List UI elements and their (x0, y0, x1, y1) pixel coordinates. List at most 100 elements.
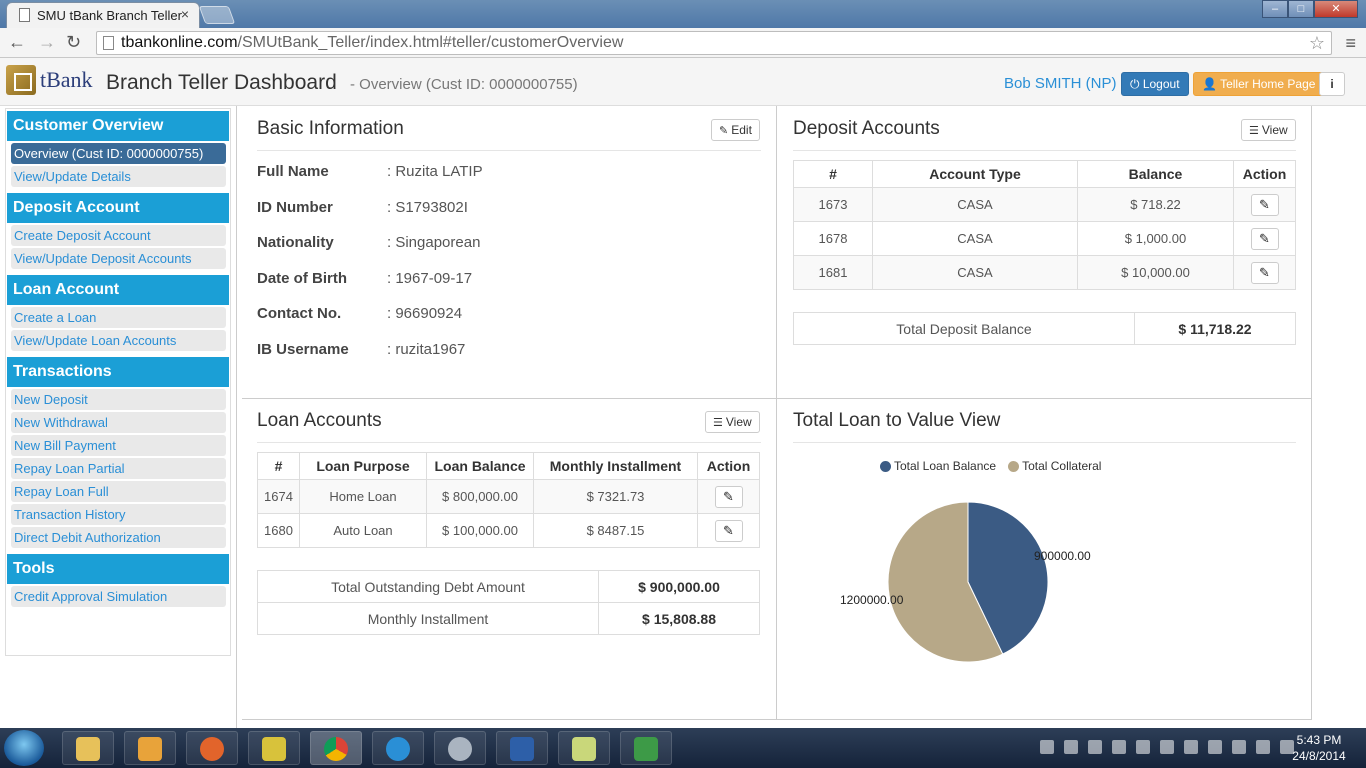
column-header: Loan Purpose (299, 452, 427, 480)
chrome-taskbar-icon[interactable] (310, 731, 362, 765)
folder-taskbar-icon[interactable] (558, 731, 610, 765)
address-bar[interactable]: tbankonline.com/SMUtBank_Teller/index.ht… (96, 31, 1332, 55)
maximize-button[interactable]: □ (1288, 0, 1314, 18)
loan-view-button[interactable]: ☰ View (705, 411, 760, 433)
forward-icon[interactable]: → (38, 32, 56, 53)
ie-taskbar-icon[interactable] (372, 731, 424, 765)
teller-home-button[interactable]: 👤 Teller Home Page (1193, 72, 1325, 96)
account-id: 1678 (793, 221, 873, 256)
loan-accounts-table: # Loan Purpose Loan Balance Monthly Inst… (257, 452, 760, 548)
info-icon: i (1330, 77, 1334, 91)
back-icon[interactable]: ← (8, 32, 26, 53)
basic-info-title: Basic Information (257, 118, 404, 139)
signal-tray-icon[interactable] (1232, 740, 1246, 754)
info-value: : 96690924 (387, 305, 463, 322)
sidebar-item-repay-loan-partial[interactable]: Repay Loan Partial (11, 458, 226, 479)
security-taskbar-icon[interactable] (248, 731, 300, 765)
bluetooth-tray-icon[interactable] (1136, 740, 1150, 754)
firefox-taskbar-icon[interactable] (186, 731, 238, 765)
column-header: # (257, 452, 300, 480)
info-button[interactable]: i (1319, 72, 1345, 96)
app-taskbar-icon[interactable] (496, 731, 548, 765)
edit-button[interactable]: ✎ Edit (711, 119, 760, 141)
taskbar-clock[interactable]: 5:43 PM 24/8/2014 (1283, 732, 1355, 764)
browser-tab[interactable]: SMU tBank Branch Teller × (6, 2, 200, 28)
browser-menu-icon[interactable]: ≡ (1345, 33, 1356, 54)
user-name-link[interactable]: Bob SMITH (NP) (1004, 75, 1117, 92)
edit-loan-button[interactable]: ✎ (714, 485, 743, 508)
window-controls: – □ ✕ (1262, 0, 1358, 18)
legend-label: Total Collateral (1022, 459, 1102, 473)
deposit-accounts-title: Deposit Accounts (793, 118, 940, 139)
list-icon: ☰ (713, 417, 723, 429)
logout-button[interactable]: ⏻ Logout (1121, 72, 1189, 96)
volume-tray-icon[interactable] (1208, 740, 1222, 754)
content-divider-right (1311, 106, 1312, 720)
reload-icon[interactable]: ↻ (66, 32, 81, 53)
info-value: : Singaporean (387, 234, 481, 251)
start-button[interactable] (4, 730, 44, 766)
loan-summary-table: Total Outstanding Debt Amount $ 900,000.… (257, 570, 760, 635)
network-tray-icon[interactable] (1160, 740, 1174, 754)
spreadsheet-taskbar-icon[interactable] (620, 731, 672, 765)
power-icon: ⏻ (1130, 77, 1143, 91)
deposit-view-button[interactable]: ☰ View (1241, 119, 1296, 141)
monitor-tray-icon[interactable] (1184, 740, 1198, 754)
sidebar-item-create-loan[interactable]: Create a Loan (11, 307, 226, 328)
new-tab-button[interactable] (198, 6, 236, 24)
legend-item-loan-balance[interactable]: Total Loan Balance (880, 459, 996, 473)
minimize-button[interactable]: – (1262, 0, 1288, 18)
pencil-icon: ✎ (723, 488, 734, 504)
app-tray-icon[interactable] (1112, 740, 1126, 754)
sidebar-item-direct-debit-authorization[interactable]: Direct Debit Authorization (11, 527, 226, 548)
edit-loan-button[interactable]: ✎ (714, 519, 743, 542)
flag-tray-icon[interactable] (1256, 740, 1270, 754)
edit-icon: ✎ (719, 125, 729, 137)
sidebar-item-credit-approval-simulation[interactable]: Credit Approval Simulation (11, 586, 226, 607)
legend-item-collateral[interactable]: Total Collateral (1008, 459, 1101, 473)
table-row: 1678 CASA $ 1,000.00 ✎ (793, 221, 1296, 256)
account-id: 1673 (793, 187, 873, 222)
account-balance: $ 1,000.00 (1077, 221, 1234, 256)
total-deposit-label: Total Deposit Balance (793, 312, 1135, 345)
sidebar-item-transaction-history[interactable]: Transaction History (11, 504, 226, 525)
outlook-taskbar-icon[interactable] (124, 731, 176, 765)
sidebar-item-view-update-deposit-accounts[interactable]: View/Update Deposit Accounts (11, 248, 226, 269)
info-label: Full Name (257, 163, 329, 180)
loan-purpose: Home Loan (299, 479, 427, 514)
sidebar-item-overview[interactable]: Overview (Cust ID: 0000000755) (11, 143, 226, 164)
dropbox-tray-icon[interactable] (1040, 740, 1054, 754)
clock-date: 24/8/2014 (1292, 749, 1346, 763)
sidebar-item-view-update-details[interactable]: View/Update Details (11, 166, 226, 187)
explorer-taskbar-icon[interactable] (62, 731, 114, 765)
account-type: CASA (872, 255, 1078, 290)
sidebar-item-view-update-loan-accounts[interactable]: View/Update Loan Accounts (11, 330, 226, 351)
sidebar-section-loan-account: Loan Account (7, 275, 229, 305)
edit-account-button[interactable]: ✎ (1250, 261, 1279, 284)
sidebar-item-repay-loan-full[interactable]: Repay Loan Full (11, 481, 226, 502)
clock-time: 5:43 PM (1296, 733, 1342, 747)
loan-accounts-title: Loan Accounts (257, 410, 382, 431)
mail-tray-icon[interactable] (1088, 740, 1102, 754)
pencil-icon: ✎ (1259, 196, 1270, 212)
drive-tray-icon[interactable] (1064, 740, 1078, 754)
sidebar-section-tools: Tools (7, 554, 229, 584)
total-debt-value: $ 900,000.00 (598, 570, 760, 603)
page-icon (19, 8, 30, 22)
sidebar-item-new-deposit[interactable]: New Deposit (11, 389, 226, 410)
sidebar-item-create-deposit-account[interactable]: Create Deposit Account (11, 225, 226, 246)
edit-account-button[interactable]: ✎ (1250, 193, 1279, 216)
edit-account-button[interactable]: ✎ (1250, 227, 1279, 250)
page-icon (103, 36, 114, 50)
column-header: Action (1233, 160, 1296, 188)
close-tab-icon[interactable]: × (181, 6, 189, 22)
close-window-button[interactable]: ✕ (1314, 0, 1358, 18)
tbank-logo[interactable]: tBank (6, 65, 93, 95)
user-icon: 👤 (1202, 77, 1221, 91)
table-row: 1674 Home Loan $ 800,000.00 $ 7321.73 ✎ (257, 479, 760, 514)
sidebar-item-new-withdrawal[interactable]: New Withdrawal (11, 412, 226, 433)
settings-taskbar-icon[interactable] (434, 731, 486, 765)
sidebar-item-new-bill-payment[interactable]: New Bill Payment (11, 435, 226, 456)
bookmark-star-icon[interactable]: ☆ (1309, 32, 1325, 54)
info-value: : ruzita1967 (387, 341, 466, 358)
